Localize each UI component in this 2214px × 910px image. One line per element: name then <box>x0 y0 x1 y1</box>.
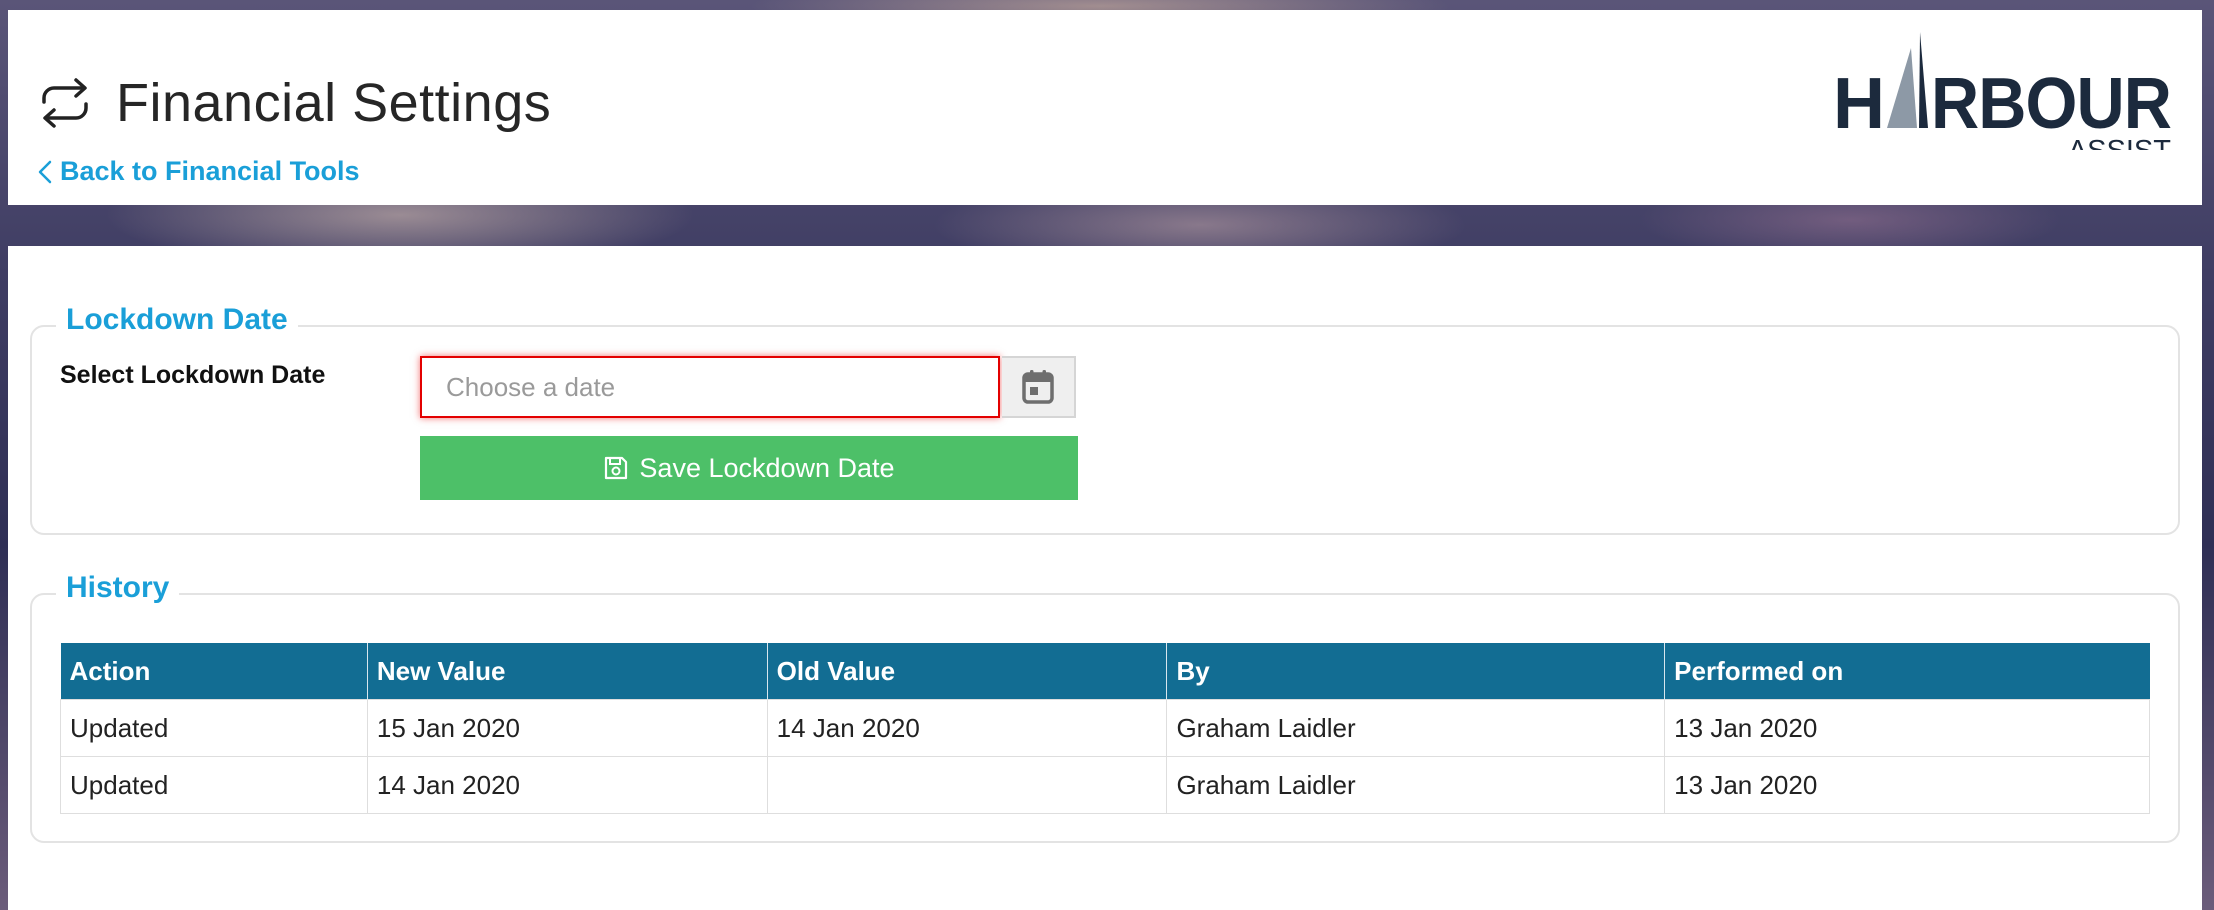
cell-by: Graham Laidler <box>1166 756 1666 814</box>
svg-text:H: H <box>1833 64 1884 144</box>
lockdown-date-input[interactable] <box>420 356 1000 418</box>
cell-action: Updated <box>60 699 368 757</box>
lockdown-date-fieldset: Lockdown Date Select Lockdown Date Save … <box>30 303 2180 535</box>
cell-old-value: 14 Jan 2020 <box>766 699 1168 757</box>
history-fieldset: History Action New Value Old Value By Pe… <box>30 571 2180 843</box>
column-header-action: Action <box>60 643 368 700</box>
calendar-button[interactable] <box>1002 356 1076 418</box>
history-table: Action New Value Old Value By Performed … <box>60 643 2150 814</box>
cell-by: Graham Laidler <box>1166 699 1666 757</box>
floppy-disk-icon <box>605 456 628 480</box>
cell-new-value: 14 Jan 2020 <box>366 756 768 814</box>
header-panel: Financial Settings Back to Financial Too… <box>8 10 2202 205</box>
column-header-performed-on: Performed on <box>1664 643 2150 700</box>
cell-old-value <box>766 756 1168 814</box>
back-to-financial-tools-link[interactable]: Back to Financial Tools <box>36 156 360 187</box>
calendar-icon <box>1022 370 1054 404</box>
history-header-row: Action New Value Old Value By Performed … <box>60 643 2150 700</box>
lockdown-date-legend: Lockdown Date <box>56 303 298 337</box>
cell-new-value: 15 Jan 2020 <box>366 699 768 757</box>
cell-action: Updated <box>60 756 368 814</box>
repeat-arrows-icon <box>34 72 96 134</box>
page-title: Financial Settings <box>116 73 552 133</box>
svg-text:RBOUR: RBOUR <box>1931 64 2171 144</box>
title-row: Financial Settings <box>34 72 551 134</box>
logo-sub-text: ASSIST <box>2068 135 2171 150</box>
table-row: Updated 14 Jan 2020 Graham Laidler 13 Ja… <box>60 756 2150 814</box>
back-link-label: Back to Financial Tools <box>60 156 360 186</box>
save-button-label: Save Lockdown Date <box>639 452 895 483</box>
history-legend: History <box>56 571 180 605</box>
harbour-assist-logo: H RBOUR ASSIST <box>1833 32 2183 167</box>
content-panel: Lockdown Date Select Lockdown Date Save … <box>8 246 2202 910</box>
table-row: Updated 15 Jan 2020 14 Jan 2020 Graham L… <box>60 699 2150 757</box>
select-lockdown-date-label: Select Lockdown Date <box>60 361 326 389</box>
column-header-old-value: Old Value <box>766 643 1167 700</box>
save-lockdown-date-button[interactable]: Save Lockdown Date <box>420 436 1078 500</box>
column-header-new-value: New Value <box>366 643 768 700</box>
cell-performed-on: 13 Jan 2020 <box>1664 756 2150 814</box>
cell-performed-on: 13 Jan 2020 <box>1664 699 2150 757</box>
column-header-by: By <box>1166 643 1665 700</box>
chevron-left-icon <box>38 160 52 183</box>
